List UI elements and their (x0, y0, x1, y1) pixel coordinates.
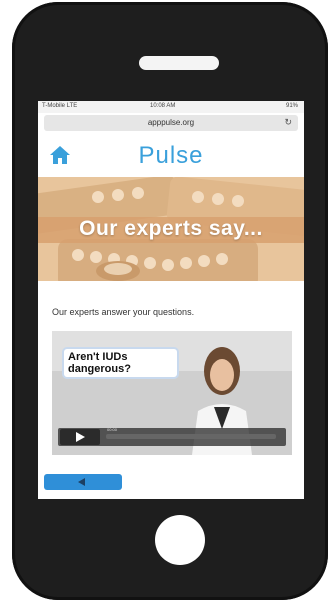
player-controls: 00:00 (58, 427, 286, 446)
battery-label: 91% (285, 103, 298, 109)
app-header: Pulse (38, 135, 304, 175)
intro-text: Our experts answer your questions. (52, 307, 195, 317)
phone-speaker (139, 56, 219, 70)
phone-screen: T-Mobile LTE 10:08 AM 91% apppulse.org ↻… (38, 101, 304, 499)
play-button[interactable] (60, 429, 100, 445)
video-time: 00:00 (107, 427, 118, 432)
url-bar[interactable]: apppulse.org ↻ (44, 115, 298, 131)
video-scrubber[interactable] (106, 434, 276, 439)
video-player[interactable]: Aren't IUDs dangerous? 00:00 (52, 331, 292, 455)
status-bar: T-Mobile LTE 10:08 AM 91% (38, 101, 304, 113)
play-icon (76, 432, 85, 442)
back-arrow-icon (78, 478, 85, 486)
video-caption: Aren't IUDs dangerous? (62, 347, 179, 379)
banner-title: Our experts say... (79, 217, 263, 240)
experts-banner: Our experts say... (38, 177, 304, 281)
time-label: 10:08 AM (150, 103, 176, 109)
back-button[interactable] (44, 474, 122, 490)
carrier-label: T-Mobile LTE (42, 103, 78, 109)
app-title: Pulse (138, 142, 204, 169)
phone-home-button[interactable] (155, 515, 205, 565)
url-text: apppulse.org (147, 118, 195, 127)
refresh-icon[interactable]: ↻ (284, 117, 292, 128)
